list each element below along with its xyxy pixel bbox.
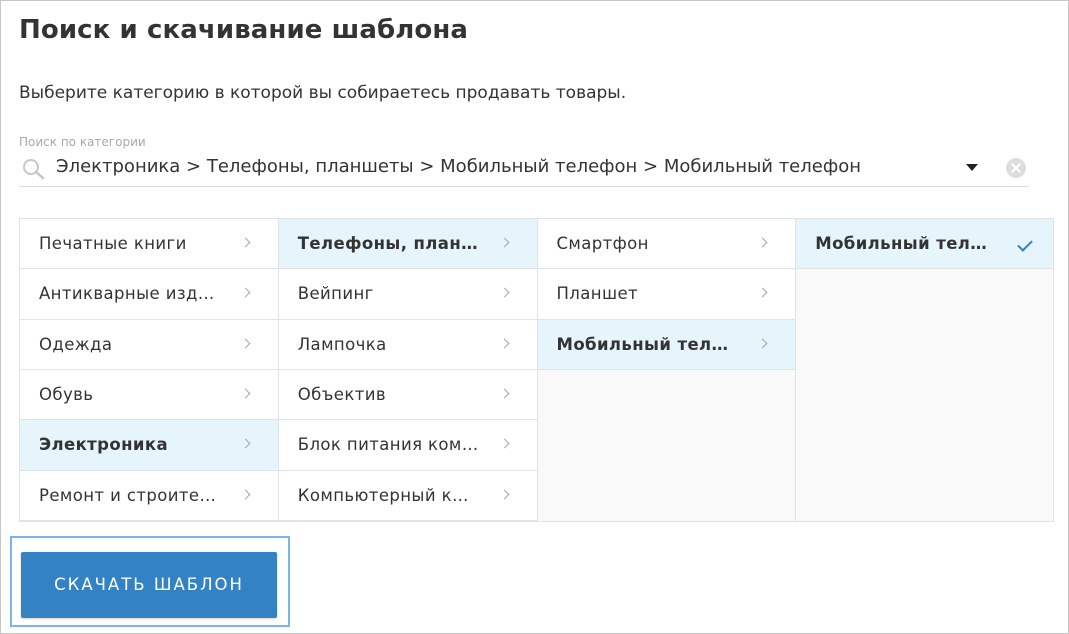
category-item-label: Лампочка	[297, 334, 387, 354]
category-item-label: Вейпинг	[297, 284, 374, 304]
selected-category-path[interactable]: Электроника > Телефоны, планшеты > Мобил…	[56, 156, 861, 177]
category-column-level-2: Телефоны, план… Вейпинг Лампочка Объекти…	[278, 219, 538, 521]
category-item[interactable]: Компьютерный к…	[278, 470, 537, 521]
category-item[interactable]: Одежда	[20, 319, 278, 370]
category-item-label: Мобильный тел…	[556, 334, 729, 354]
category-item-label: Телефоны, план…	[297, 234, 479, 253]
category-item-label: Одежда	[39, 334, 113, 354]
category-item-label: Обувь	[39, 384, 94, 404]
category-item-label: Планшет	[556, 284, 639, 304]
clear-icon[interactable]	[1005, 157, 1027, 179]
category-column-level-4: Мобильный тел…	[796, 219, 1053, 521]
category-item-selected[interactable]: Мобильный тел…	[537, 319, 796, 370]
category-item[interactable]: Обувь	[20, 369, 278, 421]
category-item-label: Смартфон	[556, 234, 649, 253]
category-item-label: Антикварные изд…	[39, 284, 215, 304]
chevron-right-icon	[757, 237, 768, 248]
chevron-right-icon	[240, 489, 251, 500]
category-search-input[interactable]: Электроника > Телефоны, планшеты > Мобил…	[19, 149, 1029, 187]
category-item-label: Компьютерный к…	[297, 485, 469, 505]
category-item[interactable]: Объектив	[278, 369, 537, 421]
category-item[interactable]: Планшет	[537, 269, 796, 320]
category-columns: Печатные книги Антикварные изд… Одежда О…	[19, 218, 1054, 522]
chevron-right-icon	[499, 338, 509, 349]
category-item[interactable]: Блок питания ком…	[278, 420, 537, 471]
category-item[interactable]: Лампочка	[278, 319, 537, 370]
chevron-right-icon	[499, 237, 509, 248]
chevron-right-icon	[240, 237, 251, 248]
download-template-button[interactable]: СКАЧАТЬ ШАБЛОН	[21, 552, 277, 618]
category-item-selected[interactable]: Телефоны, план…	[278, 219, 537, 270]
category-search-label: Поиск по категории	[19, 135, 146, 149]
category-column-level-1: Печатные книги Антикварные изд… Одежда О…	[20, 219, 279, 521]
category-item-label: Блок питания ком…	[297, 435, 479, 455]
chevron-right-icon	[757, 287, 768, 298]
category-item-final-selected[interactable]: Мобильный тел…	[796, 219, 1053, 270]
chevron-right-icon	[757, 338, 768, 349]
chevron-right-icon	[499, 438, 509, 449]
chevron-right-icon	[240, 438, 251, 449]
checkmark-icon	[1017, 236, 1033, 252]
category-item-label: Электроника	[39, 435, 168, 455]
chevron-right-icon	[240, 287, 251, 298]
category-item[interactable]: Вейпинг	[278, 269, 537, 320]
search-icon	[23, 159, 45, 180]
chevron-right-icon	[499, 287, 509, 298]
template-download-panel: Поиск и скачивание шаблона Выберите кате…	[0, 0, 1069, 634]
category-item[interactable]: Печатные книги	[20, 219, 278, 270]
chevron-right-icon	[240, 338, 251, 349]
dropdown-arrow-icon[interactable]	[966, 164, 978, 171]
category-item[interactable]: Ремонт и строите…	[20, 470, 278, 521]
category-item-label: Ремонт и строите…	[39, 485, 217, 505]
category-item[interactable]: Смартфон	[537, 219, 796, 270]
category-item-label: Печатные книги	[39, 234, 187, 253]
category-item-label: Мобильный тел…	[815, 234, 988, 253]
download-button-focus-ring: СКАЧАТЬ ШАБЛОН	[10, 536, 290, 627]
category-item[interactable]: Антикварные изд…	[20, 269, 278, 320]
page-title: Поиск и скачивание шаблона	[19, 15, 469, 45]
chevron-right-icon	[240, 388, 251, 399]
category-item-label: Объектив	[297, 384, 386, 404]
page-subtitle: Выберите категорию в которой вы собирает…	[19, 83, 627, 103]
category-column-level-3: Смартфон Планшет Мобильный тел…	[537, 219, 797, 521]
chevron-right-icon	[499, 388, 509, 399]
category-item-selected[interactable]: Электроника	[20, 420, 278, 471]
chevron-right-icon	[499, 489, 509, 500]
